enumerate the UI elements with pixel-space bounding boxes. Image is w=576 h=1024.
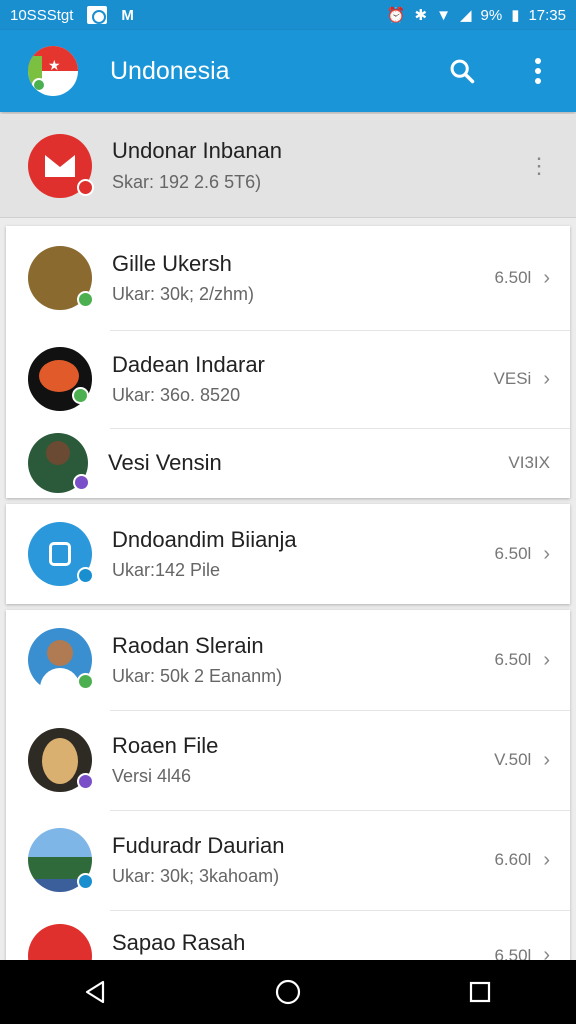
featured-more-button[interactable]: ⋮ (528, 153, 550, 179)
list-item[interactable]: Raodan Slerain Ukar: 50k 2 Eananm) 6.50l… (6, 610, 570, 710)
list-item[interactable]: Sapao Rasah 6.50l › (6, 910, 570, 960)
status-badge (73, 474, 90, 491)
item-title: Roaen File (112, 733, 219, 758)
app-logo: ★ (28, 46, 78, 96)
item-subtitle: Ukar: 36o. 8520 (112, 385, 241, 405)
gmail-notification-icon: M (121, 6, 134, 24)
item-title: Sapao Rasah (112, 930, 246, 955)
battery-icon: ▮ (511, 7, 520, 24)
chevron-right-icon: › (543, 648, 550, 671)
more-vert-icon (535, 58, 541, 84)
mail-avatar (28, 133, 94, 198)
avatar (28, 347, 92, 411)
item-subtitle: Ukar: 30k; 2/zhm) (112, 284, 255, 304)
recents-button[interactable] (460, 972, 500, 1012)
avatar (28, 433, 90, 493)
item-value: V.50l (494, 750, 532, 769)
item-title: Gille Ukersh (112, 251, 232, 276)
status-badge (77, 178, 94, 196)
app-bar: ★ Undonesia (0, 30, 576, 112)
item-title: Fuduradr Daurian (112, 833, 285, 858)
envelope-icon (45, 154, 75, 177)
search-button[interactable] (446, 55, 478, 87)
item-title: Vesi Vensin (108, 450, 222, 475)
item-value: 6.50l (494, 945, 532, 961)
item-title: Dndoandim Biianja (112, 527, 297, 552)
camera-notification-icon (87, 6, 108, 24)
status-bar: 10SSStgt M ⏰ ✱ ▼ ◢ 9% ▮ 17:35 (0, 0, 576, 30)
back-button[interactable] (76, 972, 116, 1012)
item-value: VESi (493, 369, 532, 388)
item-subtitle: Ukar: 30k; 3kahoam) (112, 866, 280, 886)
chevron-right-icon: › (543, 748, 550, 771)
featured-item[interactable]: Undonar Inbanan Skar: 192 2.6 5T6) ⋮ (0, 114, 576, 218)
item-subtitle: Ukar:142 Pile (112, 560, 221, 580)
featured-subtitle: Skar: 192 2.6 5T6) (112, 172, 262, 192)
item-subtitle: Ukar: 50k 2 Eananm) (112, 666, 283, 686)
status-badge (72, 387, 89, 404)
list-item[interactable]: Dadean Indarar Ukar: 36o. 8520 VESi › (6, 330, 570, 428)
list-item[interactable]: Gille Ukersh Ukar: 30k; 2/zhm) 6.50l › (6, 226, 570, 330)
search-icon (450, 59, 475, 84)
item-value: VI3IX (508, 453, 550, 472)
signal-icon: ◢ (459, 7, 472, 24)
avatar (28, 628, 94, 692)
item-value: 6.50l (494, 650, 532, 669)
item-title: Dadean Indarar (112, 352, 265, 377)
status-badge (77, 773, 94, 790)
alarm-icon: ⏰ (386, 7, 406, 24)
bluetooth-icon: ✱ (414, 7, 428, 24)
list-item[interactable]: Vesi Vensin VI3IX (6, 428, 570, 498)
chevron-right-icon: › (543, 367, 550, 390)
home-button[interactable] (268, 972, 308, 1012)
item-subtitle: Versi 4l46 (112, 766, 192, 786)
status-badge (77, 673, 94, 690)
avatar (28, 246, 94, 310)
chevron-right-icon: › (543, 542, 550, 565)
item-value: 6.50l (494, 268, 532, 287)
item-value: 6.50l (494, 544, 532, 563)
featured-title: Undonar Inbanan (112, 138, 283, 163)
card-2: Dndoandim Biianja Ukar:142 Pile 6.50l › (6, 504, 570, 604)
clock: 17:35 (528, 6, 566, 24)
avatar (28, 924, 92, 960)
list-item[interactable]: Dndoandim Biianja Ukar:142 Pile 6.50l › (6, 504, 570, 604)
chevron-right-icon: › (543, 944, 550, 960)
card-3: Raodan Slerain Ukar: 50k 2 Eananm) 6.50l… (6, 610, 570, 960)
item-title: Raodan Slerain (112, 633, 264, 658)
app-title: Undonesia (110, 56, 230, 85)
battery-percent: 9% (480, 6, 503, 24)
status-badge (77, 873, 94, 890)
card-1: Gille Ukersh Ukar: 30k; 2/zhm) 6.50l › D… (6, 226, 570, 498)
status-left-text: 10SSStgt (10, 6, 74, 24)
wifi-icon: ▼ (436, 6, 451, 24)
chevron-right-icon: › (543, 848, 550, 871)
avatar (28, 828, 94, 892)
home-icon (275, 979, 301, 1005)
avatar (28, 522, 94, 586)
back-icon (85, 980, 105, 1004)
recents-icon (469, 981, 491, 1003)
status-badge (77, 291, 94, 308)
avatar (28, 728, 94, 792)
chevron-right-icon: › (543, 266, 550, 289)
status-badge (77, 567, 94, 584)
list-item[interactable]: Roaen File Versi 4l46 V.50l › (6, 710, 570, 810)
list-item[interactable]: Fuduradr Daurian Ukar: 30k; 3kahoam) 6.6… (6, 810, 570, 910)
item-value: 6.60l (494, 850, 532, 869)
system-nav-bar (0, 960, 576, 1024)
overflow-menu-button[interactable] (522, 55, 554, 87)
